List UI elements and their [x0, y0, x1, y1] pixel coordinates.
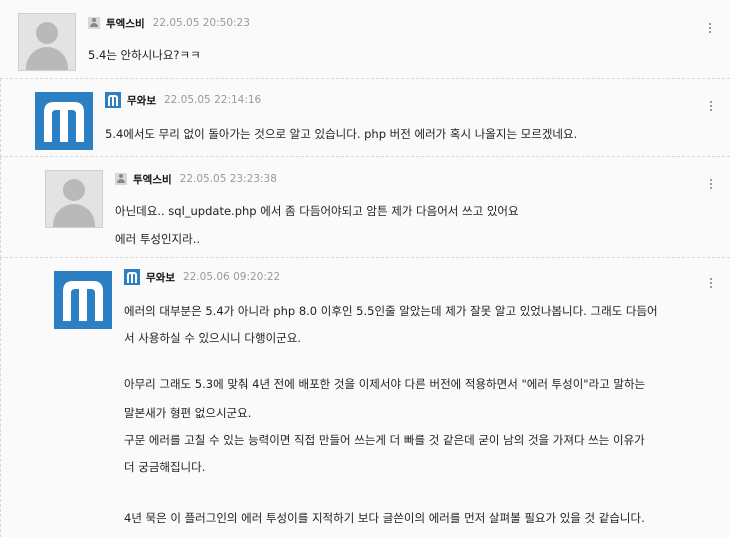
m-logo-icon [105, 92, 121, 108]
comment-meta: 투엑스비 22.05.05 23:23:38 [115, 172, 277, 186]
comment-author[interactable]: 투엑스비 [133, 172, 172, 187]
comment-meta: 무와보 22.05.06 09:20:22 [124, 269, 281, 285]
comment-text-line: 서 사용하실 수 있으시니 다행이군요. [124, 331, 301, 345]
comment-meta: 투엑스비 22.05.05 20:50:23 [88, 16, 250, 30]
avatar [45, 170, 103, 228]
comment-item: 투엑스비 22.05.05 20:50:23 5.4는 안하시나요?ㅋㅋ [0, 0, 730, 79]
avatar-body [26, 47, 68, 70]
comment-thread: 투엑스비 22.05.05 20:50:23 5.4는 안하시나요?ㅋㅋ 무와보… [0, 0, 730, 537]
avatar-head [36, 22, 58, 44]
comment-meta: 무와보 22.05.05 22:14:16 [105, 92, 262, 108]
comment-text-line: 에러의 대부분은 5.4가 아니라 php 8.0 이후인 5.5인줄 알았는데… [124, 304, 658, 318]
comment-item: 무와보 22.05.05 22:14:16 5.4에서도 무리 없이 돌아가는 … [0, 79, 730, 157]
comment-author[interactable]: 무와보 [146, 270, 175, 285]
comment-date: 22.05.05 23:23:38 [179, 173, 277, 185]
m-logo-icon [63, 281, 103, 321]
more-options-icon[interactable] [710, 101, 713, 113]
comment-text-line: 5.4에서도 무리 없이 돌아가는 것으로 알고 있습니다. php 버전 에러… [105, 127, 578, 141]
comment-text-line: 더 궁금해집니다. [124, 460, 206, 474]
comment-date: 22.05.06 09:20:22 [182, 271, 281, 283]
comment-text-line: 아닌데요.. sql_update.php 에서 좀 다듬어야되고 암튼 제가 … [115, 204, 519, 218]
more-options-icon[interactable] [709, 23, 712, 35]
avatar [18, 13, 76, 71]
comment-author[interactable]: 투엑스비 [106, 16, 145, 31]
comment-item: 투엑스비 22.05.05 23:23:38 아닌데요.. sql_update… [0, 157, 730, 258]
comment-text-line: 구문 에러를 고칠 수 있는 능력이면 직접 만들어 쓰는게 더 빠를 것 같은… [124, 433, 645, 447]
more-options-icon[interactable] [710, 278, 713, 290]
user-icon [115, 173, 127, 185]
user-icon [88, 17, 100, 29]
comment-text-line: 에러 투성인지라.. [115, 232, 201, 246]
comment-text-line: 4년 묵은 이 플러그인의 에러 투성이를 지적하기 보다 글쓴이의 에러를 먼… [124, 511, 645, 525]
comment-text-line: 5.4는 안하시나요?ㅋㅋ [88, 48, 201, 62]
more-options-icon[interactable] [710, 179, 713, 191]
comment-author[interactable]: 무와보 [127, 93, 156, 108]
comment-text-line: 말본새가 형편 없으시군요. [124, 406, 252, 420]
m-logo-icon [124, 269, 140, 285]
avatar [35, 92, 93, 150]
comment-item: 무와보 22.05.06 09:20:22 에러의 대부분은 5.4가 아니라 … [0, 258, 730, 537]
comment-date: 22.05.05 22:14:16 [163, 94, 262, 106]
avatar-head [63, 179, 85, 201]
avatar-body [53, 204, 95, 227]
avatar [54, 271, 112, 329]
m-logo-icon [44, 102, 84, 142]
comment-date: 22.05.05 20:50:23 [152, 17, 250, 29]
comment-text-line: 아무리 그래도 5.3에 맞춰 4년 전에 배포한 것을 이제서야 다른 버전에… [124, 377, 646, 391]
